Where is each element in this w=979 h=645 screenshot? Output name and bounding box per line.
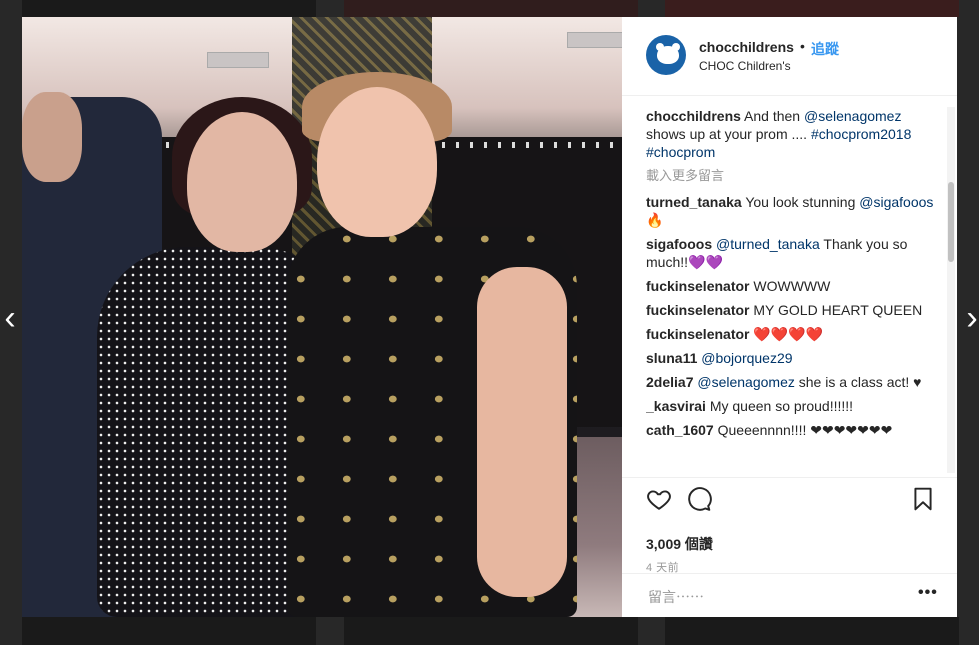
caption-text: And then: [744, 108, 804, 124]
photo-vent: [567, 32, 622, 48]
comment-mention[interactable]: @bojorquez29: [701, 350, 792, 366]
comment-username[interactable]: fuckinselenator: [646, 326, 749, 342]
comments-scrollbar[interactable]: [948, 182, 954, 262]
caption-mention[interactable]: @selenagomez: [804, 108, 902, 124]
list-item: sigafooos @turned_tanaka Thank you so mu…: [646, 235, 934, 271]
comment-text: WOWWWW: [753, 278, 831, 294]
next-post-arrow[interactable]: ›: [962, 300, 979, 336]
more-options-button[interactable]: •••: [918, 584, 938, 602]
previous-post-arrow[interactable]: ‹: [0, 300, 20, 336]
post-actions: 3,009 個讚 4 天前: [622, 477, 957, 578]
comments-scroll-track[interactable]: [947, 107, 955, 473]
follow-button[interactable]: 追蹤: [811, 39, 839, 59]
comment-username[interactable]: fuckinselenator: [646, 278, 749, 294]
add-comment-bar: •••: [622, 573, 957, 618]
comment-icon[interactable]: [686, 486, 712, 512]
list-item: 2delia7 @selenagomez she is a class act!…: [646, 373, 934, 391]
post-modal: chocchildrens • 追蹤 CHOC Children's chocc…: [22, 17, 957, 617]
photo-person-left-face: [187, 112, 297, 252]
comment-mention[interactable]: @turned_tanaka: [716, 236, 820, 252]
comment-username[interactable]: turned_tanaka: [646, 194, 742, 210]
comment-text: she is a class act! ♥: [794, 374, 922, 390]
comment-username[interactable]: 2delia7: [646, 374, 693, 390]
photo-background-person-head: [22, 92, 82, 182]
bear-logo-icon: [657, 46, 679, 64]
list-item: _kasvirai My queen so proud!!!!!!: [646, 397, 934, 415]
header-username[interactable]: chocchildrens: [699, 39, 794, 55]
comment-text: ❤️❤️❤️❤️: [753, 326, 824, 342]
header-subtitle[interactable]: CHOC Children's: [699, 59, 791, 73]
photo-person-right-arm: [477, 267, 567, 597]
post-caption: chocchildrens And then @selenagomez show…: [646, 107, 934, 161]
load-more-comments-button[interactable]: 載入更多留言: [646, 167, 934, 185]
comment-text: 🔥: [646, 212, 664, 228]
caption-text: shows up at your prom ....: [646, 126, 808, 142]
comment-username[interactable]: cath_1607: [646, 422, 714, 438]
list-item: fuckinselenator MY GOLD HEART QUEEN: [646, 301, 934, 319]
list-item: fuckinselenator WOWWWW: [646, 277, 934, 295]
caption-username[interactable]: chocchildrens: [646, 108, 741, 124]
photo-vent: [207, 52, 269, 68]
list-item: turned_tanaka You look stunning @sigafoo…: [646, 193, 934, 229]
heart-icon[interactable]: [646, 486, 672, 512]
bookmark-icon[interactable]: [910, 486, 936, 512]
comment-username[interactable]: _kasvirai: [646, 398, 706, 414]
avatar[interactable]: [646, 35, 686, 75]
comment-input[interactable]: [646, 586, 900, 608]
list-item: sluna11 @bojorquez29: [646, 349, 934, 367]
comment-mention[interactable]: @selenagomez: [697, 374, 795, 390]
likes-count[interactable]: 3,009 個讚: [646, 534, 713, 554]
comment-username[interactable]: sigafooos: [646, 236, 712, 252]
post-header: chocchildrens • 追蹤 CHOC Children's: [622, 17, 957, 96]
comments-list: chocchildrens And then @selenagomez show…: [646, 107, 934, 473]
comment-text: My queen so proud!!!!!!: [709, 398, 854, 414]
comment-text: You look stunning: [745, 194, 860, 210]
comment-text: Queeennnn!!!! ❤❤❤❤❤❤❤: [717, 422, 893, 438]
post-sidebar: chocchildrens • 追蹤 CHOC Children's chocc…: [622, 17, 957, 617]
photo-string-lights: [442, 142, 622, 148]
comment-text: MY GOLD HEART QUEEN: [753, 302, 923, 318]
comment-mention[interactable]: @sigafooos: [859, 194, 933, 210]
photo-person-right-face: [317, 87, 437, 237]
comment-username[interactable]: fuckinselenator: [646, 302, 749, 318]
comment-username[interactable]: sluna11: [646, 350, 697, 366]
post-photo[interactable]: [22, 17, 622, 617]
header-separator: •: [800, 38, 805, 54]
list-item: fuckinselenator ❤️❤️❤️❤️: [646, 325, 934, 343]
list-item: cath_1607 Queeennnn!!!! ❤❤❤❤❤❤❤: [646, 421, 934, 439]
